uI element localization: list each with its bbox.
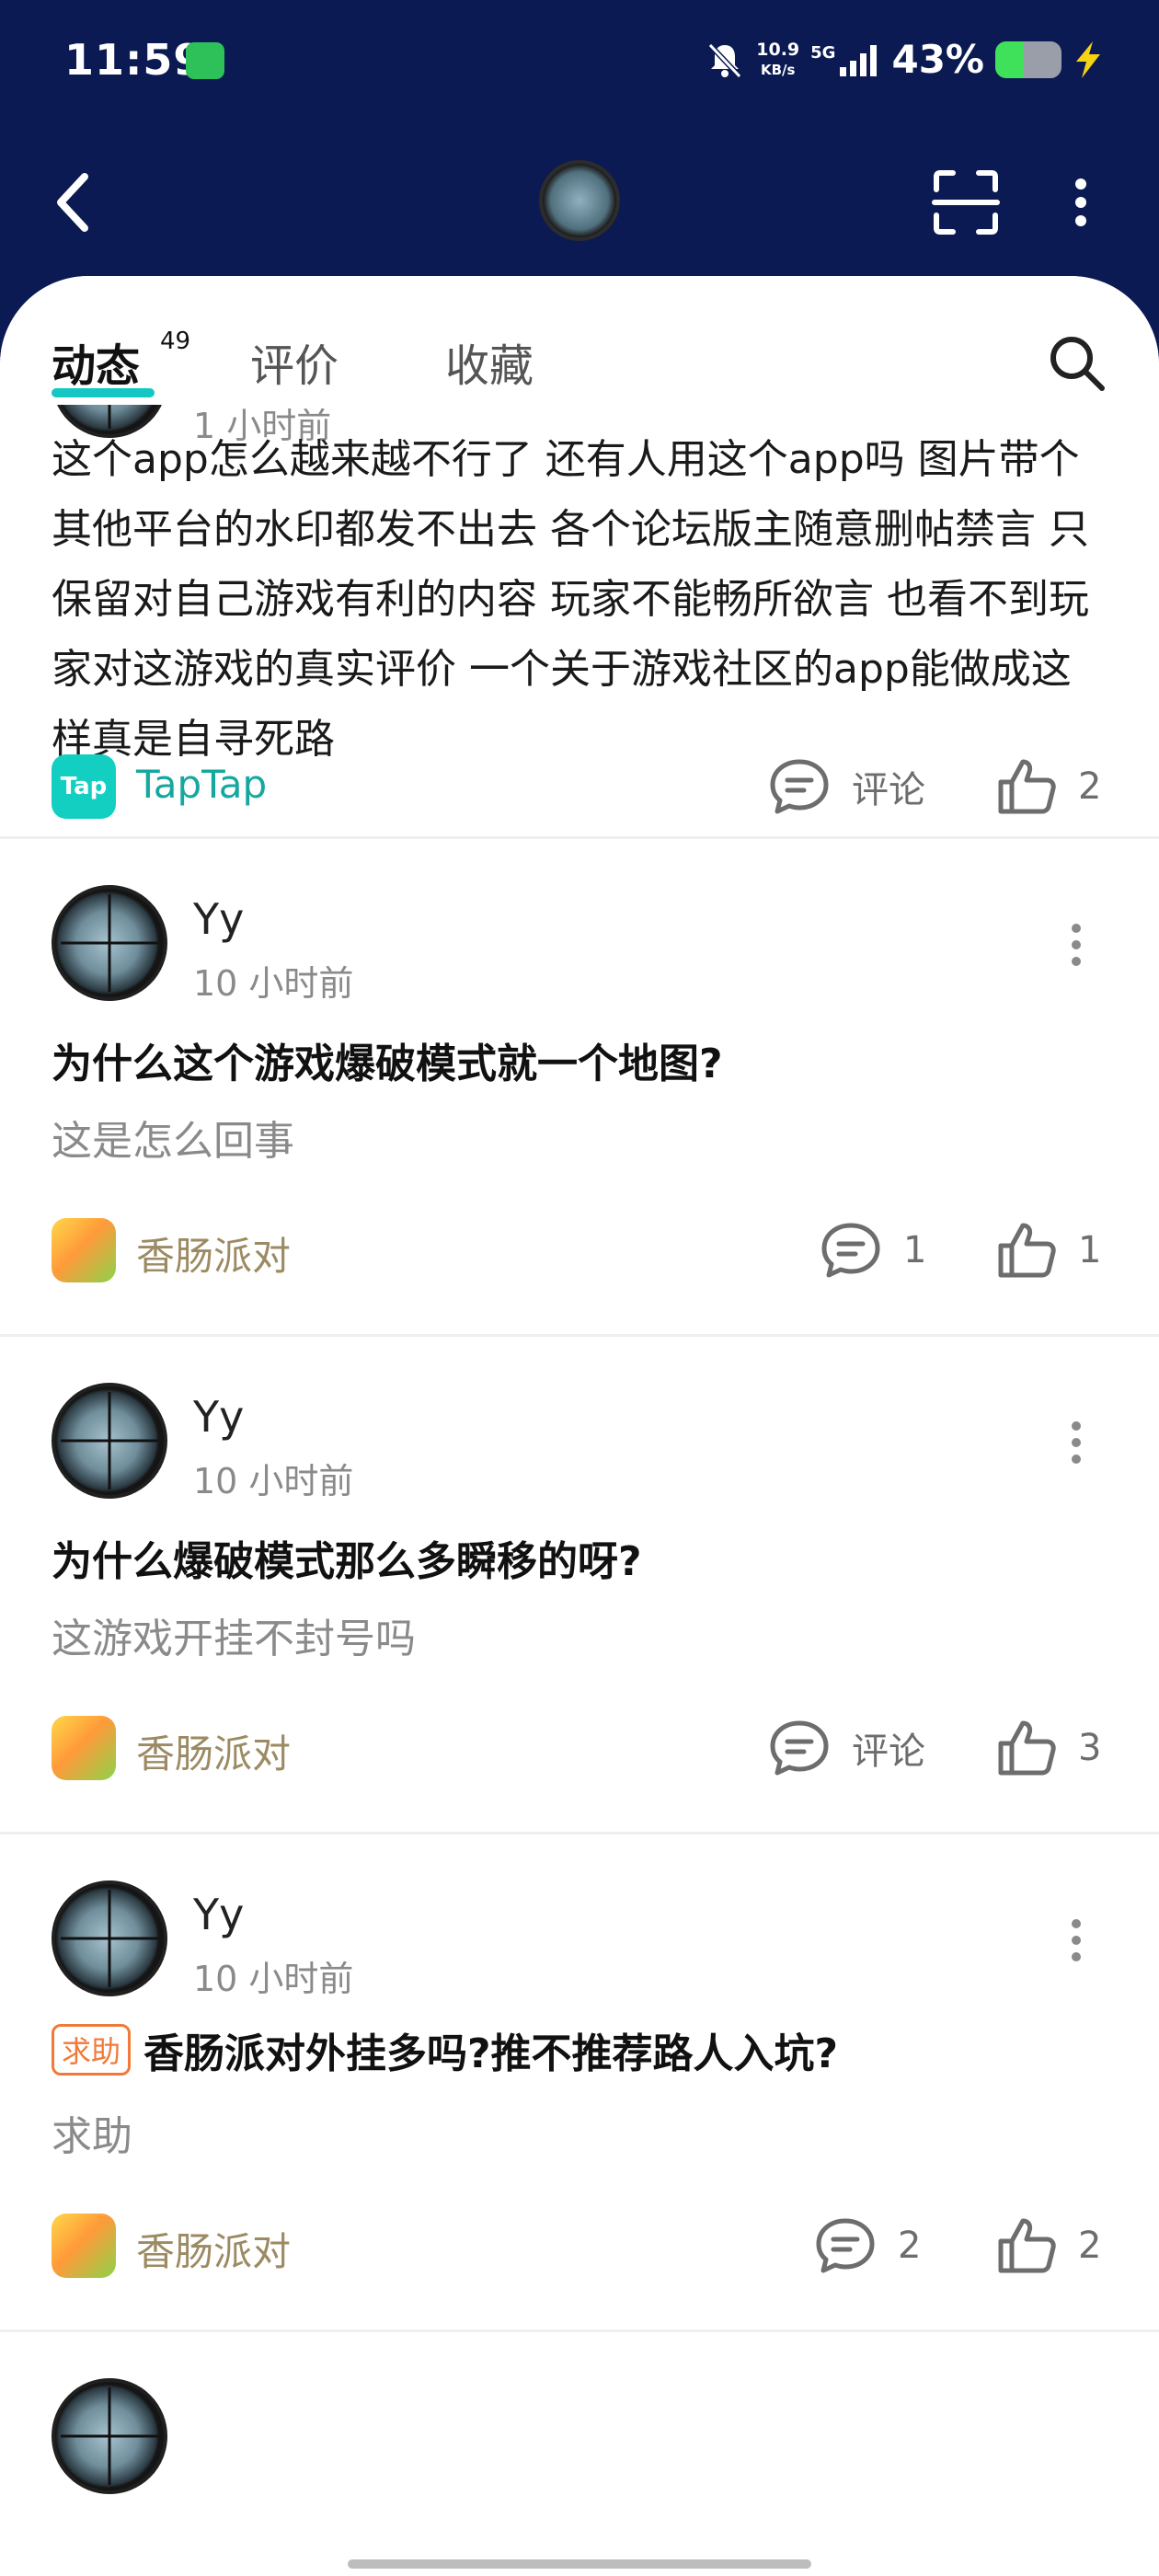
like-count: 2	[1078, 765, 1102, 808]
feed-post[interactable]: Yy 10 小时前 为什么爆破模式那么多瞬移的呀? 这游戏开挂不封号吗 香肠派对…	[0, 1337, 1159, 1834]
net-speed: 10.9 KB/s	[756, 40, 799, 80]
net-speed-unit: KB/s	[760, 61, 796, 78]
game-name[interactable]: TapTap	[136, 762, 267, 807]
back-arrow-icon[interactable]	[52, 167, 96, 237]
feed: 1 小时前 这个app怎么越来越不行了 还有人用这个app吗 图片带个其他平台的…	[0, 322, 1159, 2516]
author-avatar[interactable]	[52, 1880, 167, 1996]
sausage-party-app-icon[interactable]	[52, 1716, 116, 1780]
post-summary: 求助	[52, 2113, 132, 2160]
like-button[interactable]: 2	[993, 2215, 1101, 2276]
like-count: 2	[1078, 2225, 1102, 2267]
feed-post[interactable]: 1 小时前 这个app怎么越来越不行了 还有人用这个app吗 图片带个其他平台的…	[0, 322, 1159, 839]
mute-bell-icon	[708, 42, 742, 78]
thumbs-up-icon	[998, 2218, 1056, 2273]
post-footer: 香肠派对 评论 3	[0, 1710, 1159, 1784]
like-button[interactable]: 1	[993, 1220, 1101, 1281]
comment-icon	[770, 759, 829, 814]
battery-icon	[995, 40, 1061, 78]
game-name[interactable]: 香肠派对	[136, 1225, 291, 1282]
more-options-icon[interactable]	[1067, 1421, 1085, 1471]
sausage-party-app-icon[interactable]	[52, 2214, 116, 2278]
post-summary: 这游戏开挂不封号吗	[52, 1616, 416, 1662]
battery-fill	[995, 40, 1024, 78]
profile-avatar[interactable]	[539, 160, 620, 241]
more-options-icon[interactable]	[1067, 924, 1085, 973]
search-icon[interactable]	[1047, 333, 1107, 394]
comment-label: 评论	[852, 1731, 925, 1773]
comment-count: 1	[903, 1229, 927, 1271]
like-button[interactable]: 2	[993, 756, 1101, 817]
post-time: 10 小时前	[193, 1461, 354, 1501]
author-avatar[interactable]	[52, 885, 167, 1001]
comment-button[interactable]: 2	[813, 2215, 921, 2276]
network-type: 5G	[810, 42, 836, 63]
tab-bar: 动态 49 评价 收藏	[0, 276, 1159, 405]
post-title: 为什么这个游戏爆破模式就一个地图?	[52, 1041, 723, 1087]
more-vertical-icon[interactable]	[1067, 167, 1095, 237]
post-title: 为什么爆破模式那么多瞬移的呀?	[52, 1538, 642, 1585]
signal: 5G	[810, 43, 880, 76]
thumbs-up-icon	[998, 759, 1056, 814]
tab-dynamics-count: 49	[160, 328, 191, 355]
like-count: 1	[1078, 1229, 1102, 1271]
post-footer: 香肠派对 2 2	[0, 2208, 1159, 2282]
feed-post[interactable]	[0, 2332, 1159, 2516]
feed-post[interactable]: Yy 10 小时前 求助香肠派对外挂多吗?推不推荐路人入坑? 求助 香肠派对	[0, 1834, 1159, 2332]
post-time: 10 小时前	[193, 963, 354, 1004]
help-tag[interactable]: 求助	[52, 2024, 132, 2076]
tab-dynamics[interactable]: 动态	[52, 329, 140, 394]
comment-button[interactable]: 评论	[767, 756, 925, 817]
status-bar: 11:59 10.9 KB/s 5G 43%	[0, 0, 1159, 125]
post-footer: Tap TapTap 评论 2	[0, 749, 1159, 822]
game-name[interactable]: 香肠派对	[136, 1723, 291, 1779]
signal-bars-icon	[840, 44, 878, 76]
comment-icon	[816, 2218, 875, 2273]
author-name[interactable]: Yy	[193, 1890, 244, 1939]
top-nav-bar	[0, 147, 1159, 258]
more-options-icon[interactable]	[1067, 1919, 1085, 1969]
tab-favorites[interactable]: 收藏	[445, 329, 534, 394]
comment-count: 2	[898, 2225, 922, 2267]
post-title: 香肠派对外挂多吗?推不推荐路人入坑?	[143, 2030, 839, 2077]
like-count: 3	[1078, 1727, 1102, 1769]
content-sheet: 动态 49 评价 收藏 1 小时前 这个app怎么越来越不行了 还有人用这个ap…	[0, 276, 1159, 2576]
post-title-row: 求助 香肠派对外挂多吗?推不推荐路人入坑?	[52, 2020, 1107, 2079]
author-name[interactable]: Yy	[193, 1392, 244, 1442]
feed-post[interactable]: Yy 10 小时前 为什么这个游戏爆破模式就一个地图? 这是怎么回事 香肠派对 …	[0, 839, 1159, 1337]
comment-icon	[821, 1223, 880, 1278]
tab-active-indicator	[52, 388, 155, 397]
post-footer: 香肠派对 1 1	[0, 1213, 1159, 1286]
taptap-app-icon[interactable]: Tap	[52, 754, 116, 819]
status-right: 10.9 KB/s 5G 43%	[705, 37, 1104, 82]
sausage-party-app-icon[interactable]	[52, 1218, 116, 1282]
thumbs-up-icon	[998, 1223, 1056, 1278]
comment-button[interactable]: 1	[819, 1220, 926, 1281]
battery-percent: 43%	[891, 37, 984, 82]
charging-bolt-icon	[1076, 40, 1100, 78]
status-time: 11:59	[64, 35, 204, 85]
author-avatar[interactable]	[52, 1383, 167, 1499]
post-time: 10 小时前	[193, 1959, 354, 1999]
comment-button[interactable]: 评论	[767, 1718, 925, 1778]
game-name[interactable]: 香肠派对	[136, 2221, 291, 2277]
comment-icon	[770, 1720, 829, 1776]
like-button[interactable]: 3	[993, 1718, 1101, 1778]
comment-label: 评论	[852, 769, 925, 811]
thumbs-up-icon	[998, 1720, 1056, 1776]
scan-icon[interactable]	[931, 167, 1001, 237]
post-body: 这个app怎么越来越不行了 还有人用这个app吗 图片带个其他平台的水印都发不出…	[52, 436, 1089, 763]
post-summary: 这是怎么回事	[52, 1118, 294, 1165]
net-speed-value: 10.9	[756, 39, 800, 60]
author-avatar[interactable]	[52, 2378, 167, 2494]
author-name[interactable]: Yy	[193, 894, 244, 944]
tab-reviews[interactable]: 评价	[250, 329, 339, 394]
home-indicator[interactable]	[348, 2559, 811, 2569]
wechat-notification-icon	[186, 42, 224, 79]
